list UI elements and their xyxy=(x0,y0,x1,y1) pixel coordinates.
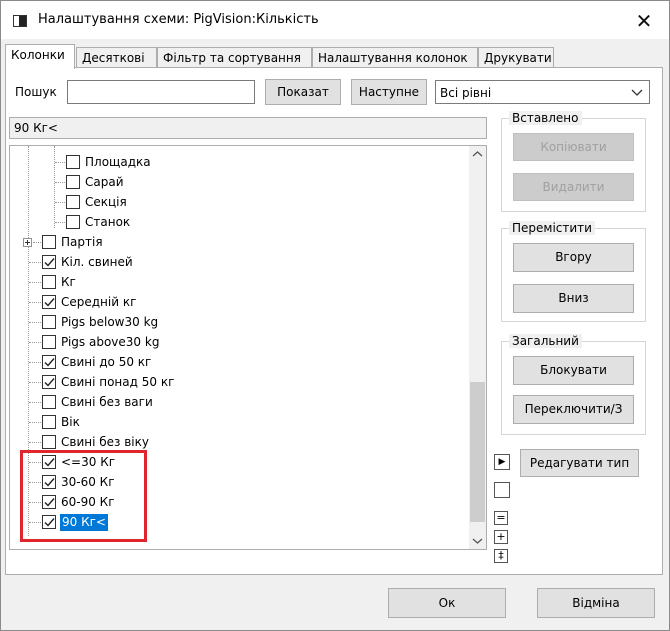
tab-columns[interactable]: Колонки xyxy=(5,44,75,69)
tree-item[interactable]: Pigs below30 kg xyxy=(10,312,470,332)
inserted-group-title: Вставлено xyxy=(509,111,582,125)
tree-item-label: Свині без віку xyxy=(61,435,149,449)
tree-item-label: Свині до 50 кг xyxy=(61,355,152,369)
tree-item[interactable]: Свині понад 50 кг xyxy=(10,372,470,392)
move-up-button[interactable]: Вгору xyxy=(513,243,634,272)
tree-item-label: Середній кг xyxy=(61,295,137,309)
move-down-button[interactable]: Вниз xyxy=(513,284,634,313)
copy-button[interactable]: Копіювати xyxy=(513,133,634,161)
tree-item-checkbox[interactable] xyxy=(42,355,56,369)
tree-item-checkbox[interactable] xyxy=(66,155,80,169)
next-button[interactable]: Наступне xyxy=(351,79,427,105)
toggle-button[interactable]: Переключити/З xyxy=(513,395,634,424)
tree-item-label: Вік xyxy=(61,415,80,429)
tree-item-checkbox[interactable] xyxy=(42,275,56,289)
tree-item-checkbox[interactable] xyxy=(42,435,56,449)
tree-item[interactable]: Вік xyxy=(10,412,470,432)
tree-item-checkbox[interactable] xyxy=(66,195,80,209)
tree-item-checkbox[interactable] xyxy=(66,175,80,189)
tree-item[interactable]: Сарай xyxy=(10,172,470,192)
tree-item-label: Pigs below30 kg xyxy=(61,315,159,329)
tree-item-label: Площадка xyxy=(85,155,151,169)
move-group-title: Перемістити xyxy=(509,221,595,235)
tab-print[interactable]: Друкувати xyxy=(478,47,554,68)
settings-dialog: Налаштування схеми: PigVision:Кількість … xyxy=(0,0,670,631)
tree-item-label: Станок xyxy=(85,215,131,229)
tree-item[interactable]: Свині без ваги xyxy=(10,392,470,412)
tree-item[interactable]: Pigs above30 kg xyxy=(10,332,470,352)
equal-icon[interactable]: = xyxy=(494,511,508,525)
tree-item[interactable]: Кг xyxy=(10,272,470,292)
tree-item-checkbox[interactable] xyxy=(42,415,56,429)
tab-column-settings[interactable]: Налаштування колонок xyxy=(312,47,478,68)
tree-item-label: Pigs above30 kg xyxy=(61,335,160,349)
plus-icon[interactable]: + xyxy=(494,530,508,544)
tree-item-label: Свині понад 50 кг xyxy=(61,375,175,389)
search-input[interactable] xyxy=(67,80,255,104)
tree-item-checkbox[interactable] xyxy=(42,255,56,269)
expand-arrow-button[interactable]: ▶ xyxy=(494,454,510,470)
show-button[interactable]: Показат xyxy=(265,79,341,105)
search-label: Пошук xyxy=(15,85,57,99)
selected-path-text: 90 Кг< xyxy=(14,121,58,135)
selected-path-field: 90 Кг< xyxy=(9,117,487,139)
tree-item[interactable]: Секція xyxy=(10,192,470,212)
lock-button[interactable]: Блокувати xyxy=(513,356,634,385)
edit-type-button[interactable]: Редагувати тип xyxy=(520,449,639,477)
tree-item-checkbox[interactable] xyxy=(42,375,56,389)
tree-item-checkbox[interactable] xyxy=(42,295,56,309)
tree-item[interactable]: Кіл. свиней xyxy=(10,252,470,272)
scroll-down-icon[interactable] xyxy=(469,532,486,549)
tree-item[interactable]: Станок xyxy=(10,212,470,232)
tree-item[interactable]: Свині до 50 кг xyxy=(10,352,470,372)
title-bar: Налаштування схеми: PigVision:Кількість … xyxy=(1,1,669,39)
tree-item-label: Секція xyxy=(85,195,127,209)
tree-scrollbar[interactable] xyxy=(469,146,486,549)
tree-item-label: Кг xyxy=(61,275,76,289)
option-checkbox[interactable] xyxy=(494,482,510,498)
cancel-button[interactable]: Відміна xyxy=(537,588,655,618)
tree-item-label: Партія xyxy=(61,235,103,249)
tree-item[interactable]: Партія xyxy=(10,232,470,252)
updown-icon[interactable]: ‡ xyxy=(494,549,508,563)
app-icon xyxy=(13,15,27,27)
tree-item-checkbox[interactable] xyxy=(42,335,56,349)
tree-item-checkbox[interactable] xyxy=(42,235,56,249)
delete-button[interactable]: Видалити xyxy=(513,173,634,201)
annotation-highlight xyxy=(20,450,147,542)
tree-item-label: Кіл. свиней xyxy=(61,255,133,269)
tree-item-checkbox[interactable] xyxy=(42,395,56,409)
scroll-up-icon[interactable] xyxy=(469,146,486,163)
tab-filter-sort[interactable]: Фільтр та сортування xyxy=(157,47,312,68)
tree-item-label: Сарай xyxy=(85,175,124,189)
ok-button[interactable]: Ок xyxy=(388,588,506,618)
level-select[interactable]: Всі рівні xyxy=(435,80,650,104)
chevron-down-icon xyxy=(631,89,643,96)
tree-item-checkbox[interactable] xyxy=(66,215,80,229)
level-select-value: Всі рівні xyxy=(440,86,492,100)
scroll-thumb[interactable] xyxy=(470,382,485,522)
tree-item[interactable]: Площадка xyxy=(10,152,470,172)
tree-item[interactable]: Середній кг xyxy=(10,292,470,312)
expand-icon[interactable] xyxy=(23,238,32,247)
general-group-title: Загальний xyxy=(509,334,582,348)
tree-item[interactable]: Свині без віку xyxy=(10,432,470,452)
tree-item-checkbox[interactable] xyxy=(42,315,56,329)
close-icon[interactable]: ✕ xyxy=(629,9,659,33)
tab-decimals[interactable]: Десяткові xyxy=(76,47,157,68)
tree-item-label: Свині без ваги xyxy=(61,395,153,409)
window-title: Налаштування схеми: PigVision:Кількість xyxy=(38,12,319,27)
